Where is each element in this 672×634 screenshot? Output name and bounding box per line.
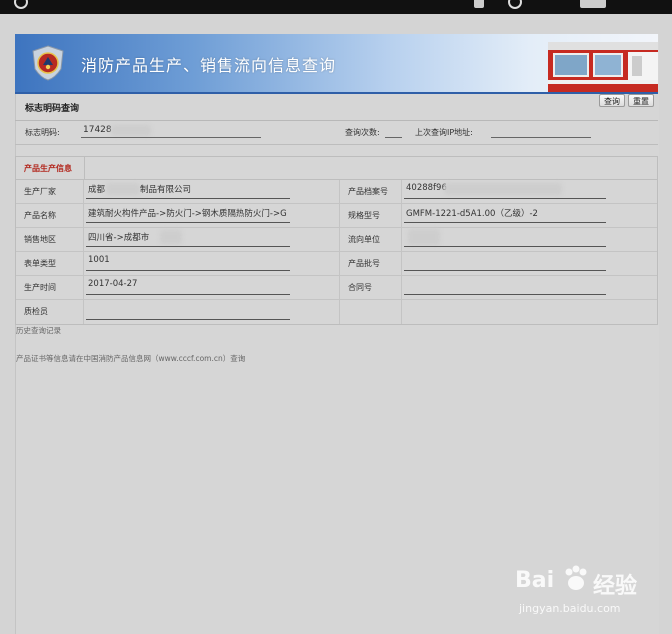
value-underline bbox=[86, 246, 290, 247]
info-title: 产品生产信息 bbox=[24, 164, 72, 173]
code-input-underline bbox=[81, 137, 261, 138]
paw-icon bbox=[565, 565, 587, 590]
value-underline bbox=[404, 198, 606, 199]
cell-value: 40288f96 bbox=[402, 180, 657, 204]
last-ip-underline bbox=[491, 137, 591, 138]
query-count-underline bbox=[385, 137, 402, 138]
cell-value bbox=[402, 252, 657, 276]
value-underline bbox=[86, 222, 290, 223]
section-title: 标志明码查询 bbox=[25, 104, 80, 114]
watermark-brand-suffix: 经验 bbox=[593, 574, 638, 599]
redacted-mark bbox=[444, 183, 562, 195]
cell-empty bbox=[340, 300, 402, 324]
cell-empty bbox=[402, 300, 657, 324]
redacted-mark bbox=[408, 229, 440, 245]
cell-value bbox=[402, 228, 657, 252]
cell-label: 产品批号 bbox=[340, 252, 402, 276]
query-count-label: 查询次数: bbox=[345, 128, 380, 137]
redacted-mark bbox=[111, 125, 151, 136]
redacted-mark bbox=[160, 230, 182, 244]
cell-label: 规格型号 bbox=[340, 204, 402, 228]
code-label: 标志明码: bbox=[25, 128, 60, 137]
battery-icon bbox=[474, 0, 484, 8]
value-underline bbox=[404, 222, 606, 223]
baidu-watermark: Bai 经验 jingyan.baidu.com bbox=[515, 564, 665, 630]
page-title: 消防产品生产、销售流向信息查询 bbox=[81, 56, 337, 75]
cell-value: 2017-04-27 bbox=[84, 276, 340, 300]
code-input[interactable]: 17428 bbox=[83, 125, 112, 135]
cell-label: 合同号 bbox=[340, 276, 402, 300]
code-query-section: 标志明码查询 查询 重置 bbox=[15, 94, 658, 121]
status-bar bbox=[0, 0, 672, 14]
value-underline bbox=[86, 270, 290, 271]
watermark-brand: Bai bbox=[515, 568, 555, 593]
production-date-value: 2017-04-27 bbox=[88, 279, 138, 289]
cell-value: 1001 bbox=[84, 252, 340, 276]
cell-label: 销售地区 bbox=[16, 228, 84, 252]
header-banner: 消防产品生产、销售流向信息查询 bbox=[15, 34, 658, 94]
product-info-table: 产品生产信息 生产厂家 成都 制品有限公司 产品档案号 40288f96 产品名… bbox=[15, 156, 658, 325]
product-name-value: 建筑耐火构件产品->防火门->钢木质隔热防火门->G bbox=[88, 209, 287, 219]
cell-label: 生产时间 bbox=[16, 276, 84, 300]
status-icon bbox=[508, 0, 522, 9]
cell-value bbox=[402, 276, 657, 300]
query-row: 标志明码: 17428 查询次数: 上次查询IP地址: bbox=[15, 122, 658, 145]
cell-label: 产品名称 bbox=[16, 204, 84, 228]
watermark-url: jingyan.baidu.com bbox=[519, 602, 621, 615]
cell-label: 表单类型 bbox=[16, 252, 84, 276]
value-underline bbox=[86, 319, 290, 320]
footer-note: 产品证书等信息请在中国消防产品信息网（www.cccf.com.cn）查询 bbox=[16, 354, 246, 363]
cell-value bbox=[84, 300, 340, 324]
form-type-value: 1001 bbox=[88, 255, 110, 265]
cell-label: 流向单位 bbox=[340, 228, 402, 252]
info-title-tab: 产品生产信息 bbox=[16, 157, 85, 180]
last-ip-label: 上次查询IP地址: bbox=[415, 128, 473, 137]
cell-label: 产品档案号 bbox=[340, 180, 402, 204]
manufacturer-value: 成都 bbox=[88, 185, 106, 195]
sales-region-value: 四川省->成都市 bbox=[88, 233, 150, 243]
value-underline bbox=[86, 198, 290, 199]
value-underline bbox=[404, 294, 606, 295]
fire-emblem-icon bbox=[32, 45, 64, 81]
value-underline bbox=[404, 246, 606, 247]
value-underline bbox=[404, 270, 606, 271]
cell-label: 生产厂家 bbox=[16, 180, 84, 204]
cell-label: 质检员 bbox=[16, 300, 84, 324]
query-button[interactable]: 查询 bbox=[599, 94, 625, 107]
status-icon bbox=[14, 0, 28, 9]
cell-value: 四川省->成都市 bbox=[84, 228, 340, 252]
archive-number-value: 40288f96 bbox=[406, 183, 447, 193]
cell-value: GMFM-1221-d5A1.00（乙级）-2 bbox=[402, 204, 657, 228]
manufacturer-suffix: 制品有限公司 bbox=[140, 185, 192, 195]
reset-button[interactable]: 重置 bbox=[628, 94, 654, 107]
cell-value: 成都 制品有限公司 bbox=[84, 180, 340, 204]
redacted-mark bbox=[106, 183, 140, 195]
value-underline bbox=[86, 294, 290, 295]
cell-value: 建筑耐火构件产品->防火门->钢木质隔热防火门->G bbox=[84, 204, 340, 228]
history-link[interactable]: 历史查询记录 bbox=[16, 325, 61, 336]
fire-truck-image bbox=[548, 42, 658, 92]
model-value: GMFM-1221-d5A1.00（乙级）-2 bbox=[406, 209, 538, 219]
signal-icon bbox=[580, 0, 606, 8]
